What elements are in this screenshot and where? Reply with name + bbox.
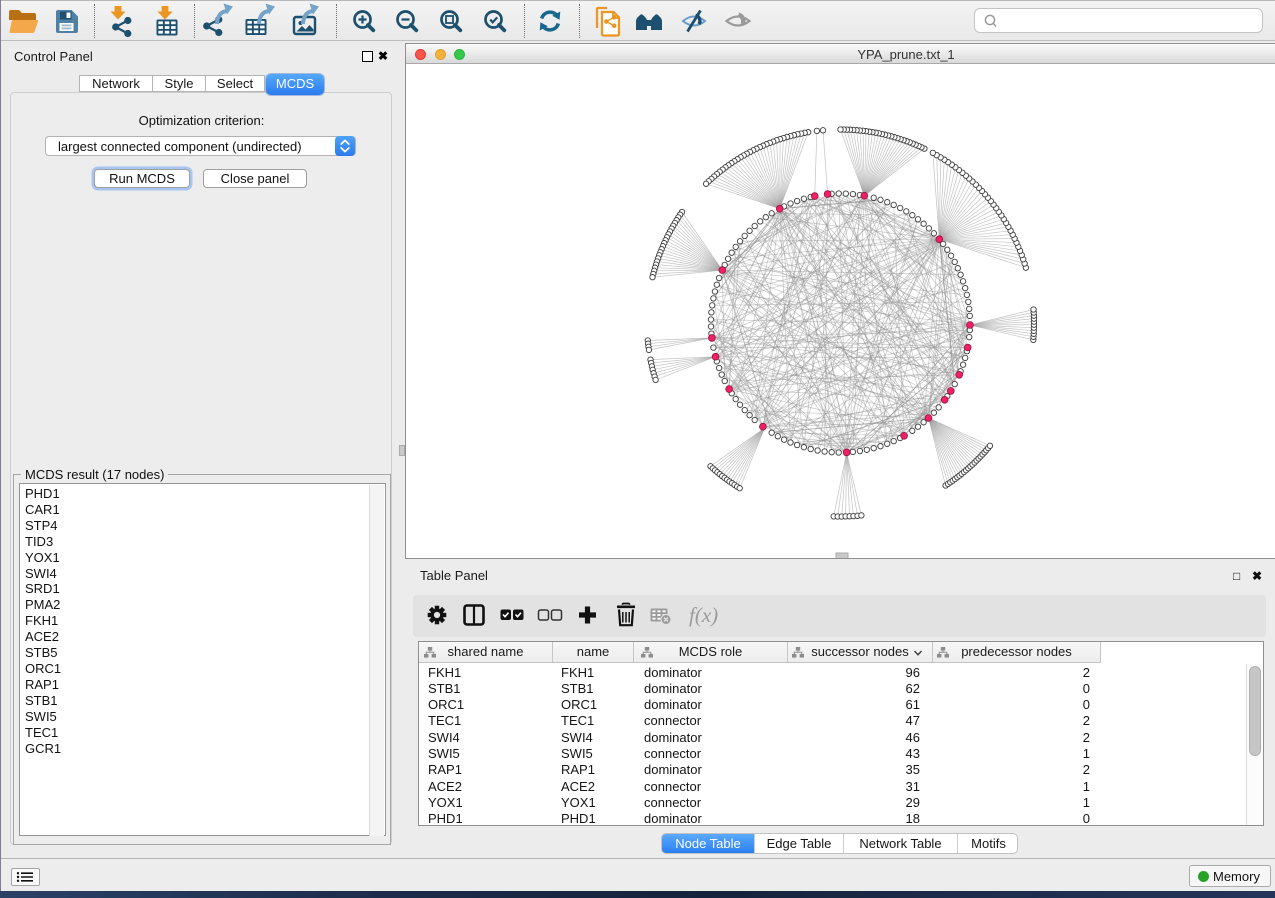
svg-text:f(x): f(x) — [689, 603, 718, 627]
